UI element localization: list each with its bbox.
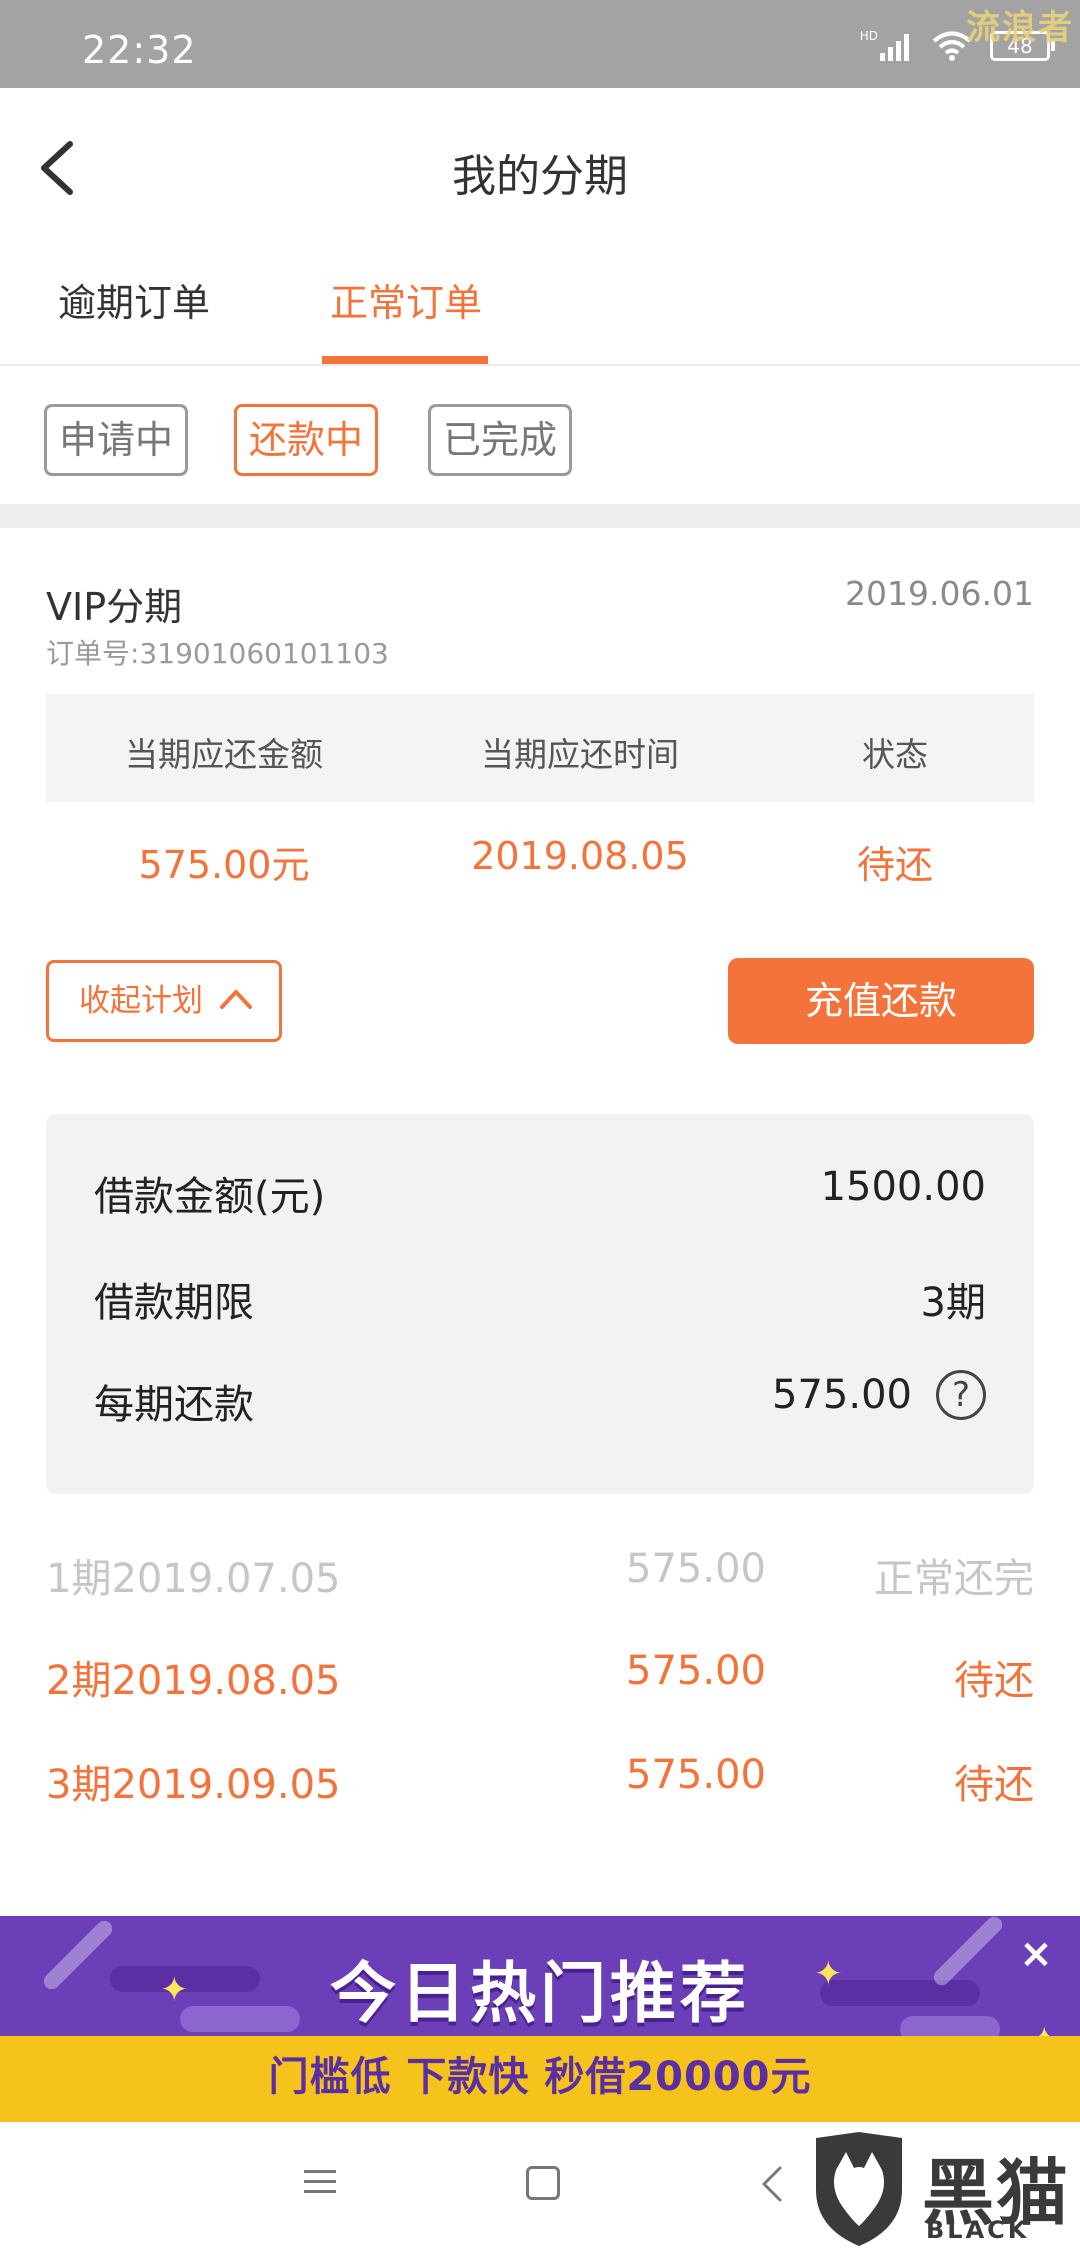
black-cat-logo: 黑猫 BLACK CAT (804, 2130, 1080, 2248)
schedule-amount: 575.00 (626, 1752, 766, 1798)
schedule-status: 待还 (954, 1762, 1034, 1808)
summary-header-due-date: 当期应还时间 (481, 735, 679, 774)
summary-header: 当期应还金额 当期应还时间 状态 (46, 694, 1034, 802)
banner-title: 今日热门推荐 (330, 1955, 750, 2032)
detail-value: 1500.00 (820, 1164, 986, 1210)
order-product-name: VIP分期 (46, 585, 183, 629)
network-type-label: HD (859, 29, 878, 43)
promo-banner[interactable]: ✦ ✦ ✦ 今日热门推荐 门槛低 下款快 秒借20000元 × (0, 1916, 1080, 2122)
detail-label: 借款金额(元) (94, 1174, 326, 1220)
schedule-status: 待还 (954, 1658, 1034, 1704)
summary-header-amount: 当期应还金额 (125, 735, 323, 774)
detail-label: 每期还款 (94, 1382, 254, 1428)
schedule-amount: 575.00 (626, 1546, 766, 1592)
summary-amount-value: 575.00元 (138, 843, 310, 887)
summary-due-date-value: 2019.08.05 (471, 834, 689, 878)
back-icon[interactable] (756, 2162, 788, 2206)
watermark-text: 流浪者 (966, 8, 1074, 48)
schedule-amount: 575.00 (626, 1648, 766, 1694)
status-bar: 22:32 HD 48 流浪者 (0, 0, 1080, 88)
menu-icon[interactable] (300, 2164, 340, 2200)
detail-label: 借款期限 (94, 1280, 254, 1326)
schedule-period: 1期2019.07.05 (46, 1556, 341, 1602)
tab-normal-orders[interactable]: 正常订单 (330, 272, 482, 327)
detail-value: 3期 (920, 1280, 986, 1326)
help-icon[interactable]: ? (936, 1370, 986, 1420)
status-filters: 申请中 还款中 已完成 (0, 366, 1080, 504)
banner-subtitle: 门槛低 下款快 秒借20000元 (268, 2054, 812, 2100)
chevron-up-icon (220, 990, 252, 1009)
schedule-period: 3期2019.09.05 (46, 1762, 341, 1808)
signal-icon (880, 34, 909, 61)
order-number: 订单号:31901060101103 (46, 637, 389, 670)
collapse-plan-button[interactable]: 收起计划 (46, 960, 282, 1042)
filter-completed[interactable]: 已完成 (428, 404, 573, 476)
detail-value: 575.00 (772, 1372, 912, 1418)
schedule-period: 2期2019.08.05 (46, 1658, 341, 1704)
recharge-repay-button[interactable]: 充值还款 (728, 958, 1034, 1044)
filter-repaying[interactable]: 还款中 (234, 404, 379, 476)
home-icon[interactable] (526, 2166, 560, 2200)
schedule-status: 正常还完 (874, 1556, 1034, 1602)
loan-details-panel: 借款金额(元) 1500.00 借款期限 3期 每期还款 575.00 ? (46, 1114, 1034, 1494)
tab-overdue-orders[interactable]: 逾期订单 (58, 272, 210, 327)
summary-status-value: 待还 (856, 843, 933, 887)
page-title: 我的分期 (452, 151, 628, 202)
logo-text-en: BLACK CAT (926, 2216, 1030, 2248)
status-time: 22:32 (82, 28, 197, 72)
cat-shield-icon (816, 2132, 902, 2246)
order-tabs: 逾期订单 正常订单 (0, 248, 1080, 366)
summary-header-status: 状态 (862, 735, 928, 774)
filter-applying[interactable]: 申请中 (44, 404, 189, 476)
order-date: 2019.06.01 (845, 574, 1034, 613)
active-tab-indicator (322, 356, 488, 364)
collapse-plan-label: 收起计划 (79, 983, 203, 1019)
close-icon[interactable]: × (1014, 1932, 1058, 1976)
app-header: 我的分期 (0, 88, 1080, 248)
section-divider (0, 504, 1080, 528)
